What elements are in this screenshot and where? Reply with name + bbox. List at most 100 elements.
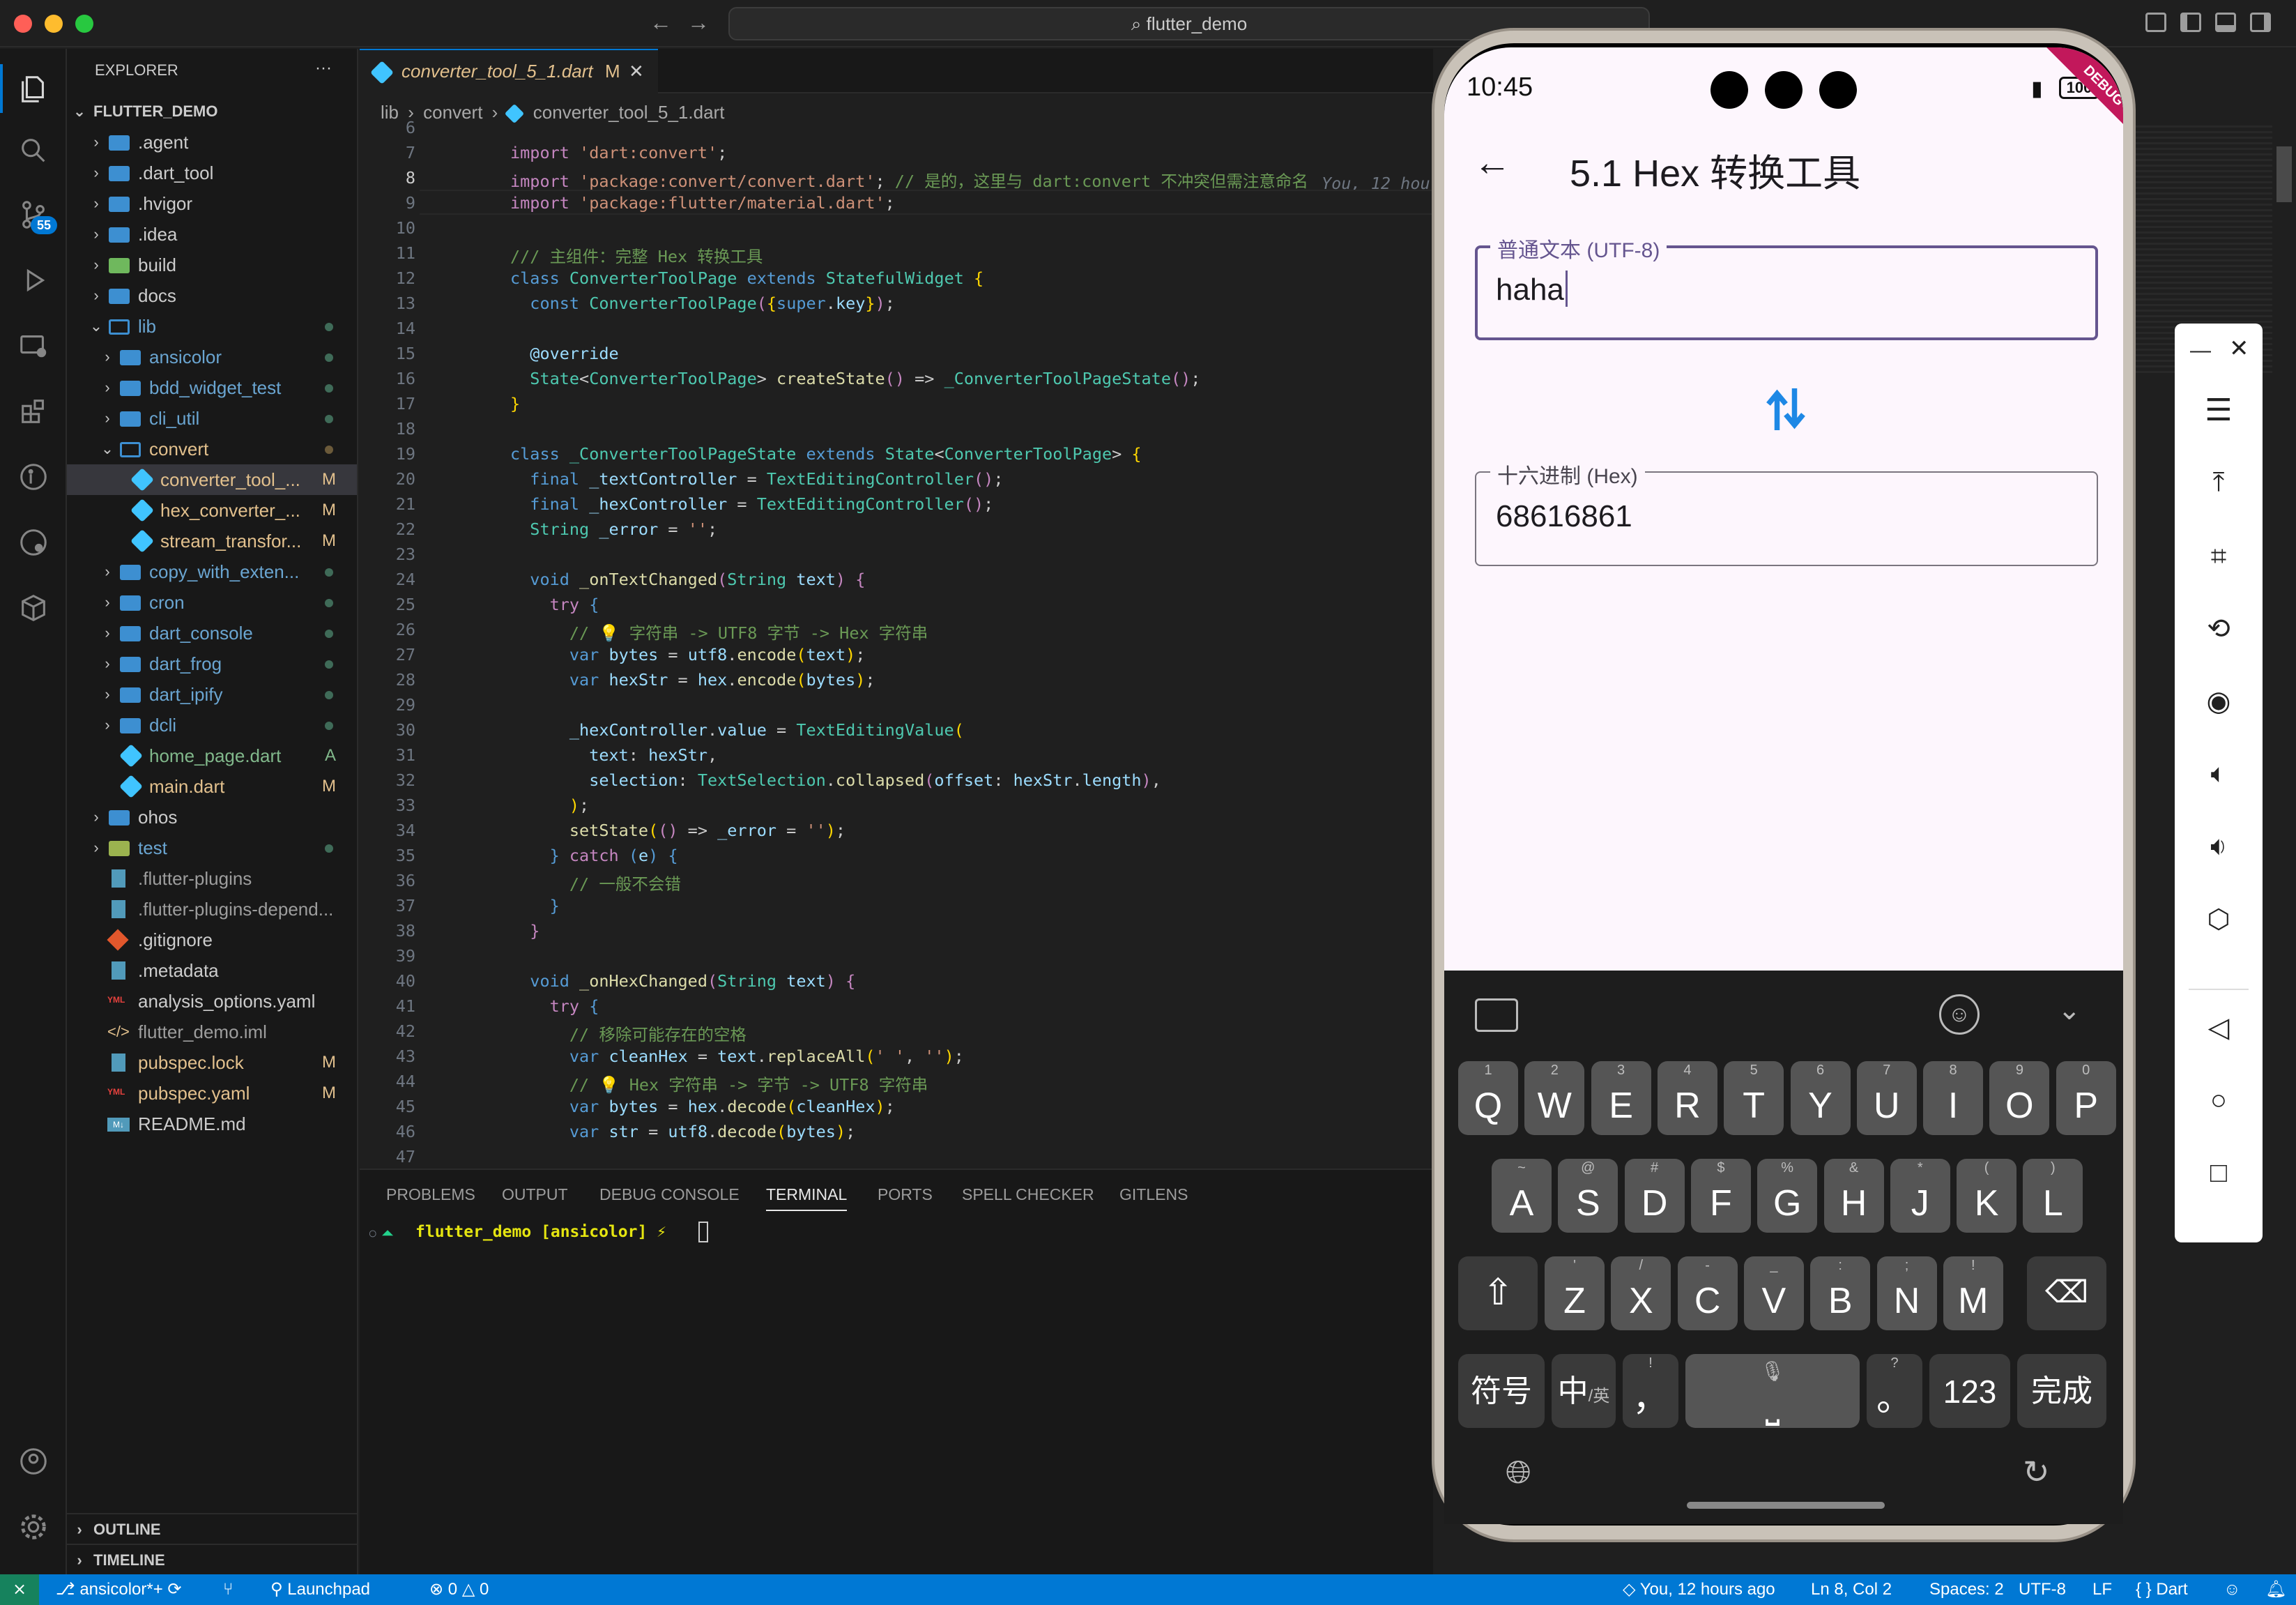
language-switch-key[interactable]: 中/英 bbox=[1552, 1354, 1616, 1428]
tree-folder-dcli[interactable]: › dcli bbox=[67, 710, 357, 740]
notifications-bell-icon[interactable]: 🔔︎ bbox=[2265, 1574, 2286, 1605]
terminal-cursor[interactable] bbox=[698, 1222, 708, 1242]
tab-gitlens[interactable]: GITLENS bbox=[1119, 1185, 1188, 1204]
packages-icon[interactable] bbox=[17, 591, 50, 625]
gitlens-status-icon[interactable]: ⑂ bbox=[223, 1574, 233, 1605]
tree-folder-ohos[interactable]: › ohos bbox=[67, 802, 357, 832]
key-y[interactable]: 6Y bbox=[1790, 1061, 1851, 1135]
explorer-icon[interactable] bbox=[17, 73, 50, 106]
remote-indicator-icon[interactable]: ⨯ bbox=[0, 1574, 39, 1605]
tree-folder-dart-frog[interactable]: › dart_frog bbox=[67, 648, 357, 679]
key-o[interactable]: 9O bbox=[1989, 1061, 2050, 1135]
tree-folder-lib[interactable]: ⌄ lib bbox=[67, 311, 357, 342]
tree-file-gitignore[interactable]: .gitignore bbox=[67, 925, 357, 955]
key-d[interactable]: # D bbox=[1624, 1159, 1685, 1233]
key-m[interactable]: ! M bbox=[1943, 1256, 2003, 1330]
close-emulator-icon[interactable]: ✕ bbox=[2229, 335, 2249, 363]
key-l[interactable]: ) L bbox=[2023, 1159, 2083, 1233]
blame-status[interactable]: ◇ You, 12 hours ago bbox=[1623, 1574, 1775, 1605]
numbers-key[interactable]: 123 bbox=[1929, 1354, 2010, 1428]
crop-screenshot-icon[interactable]: ⌗ bbox=[2198, 535, 2240, 577]
key-h[interactable]: & H bbox=[1823, 1159, 1884, 1233]
tab-spell-checker[interactable]: SPELL CHECKER bbox=[962, 1185, 1094, 1204]
layout-panels-icon[interactable] bbox=[2145, 13, 2166, 32]
key-r[interactable]: 4R bbox=[1657, 1061, 1717, 1135]
key-b[interactable]: :B bbox=[1810, 1256, 1871, 1330]
record-icon[interactable]: ◉ bbox=[2198, 680, 2240, 722]
period-key[interactable]: ?。 bbox=[1867, 1354, 1922, 1428]
symbols-key[interactable]: 符号 bbox=[1458, 1354, 1545, 1428]
key-s[interactable]: @ S bbox=[1558, 1159, 1618, 1233]
tree-file-pubspec-lock[interactable]: pubspec.lock M bbox=[67, 1047, 357, 1078]
minimize-window-button[interactable] bbox=[45, 15, 63, 33]
nav-recents-icon[interactable]: □ bbox=[2198, 1152, 2240, 1194]
collapse-keyboard-icon[interactable]: ⌄ bbox=[2058, 994, 2081, 1026]
back-arrow-icon[interactable]: ← bbox=[1474, 141, 1511, 184]
tab-ports[interactable]: PORTS bbox=[878, 1185, 933, 1204]
copilot-icon[interactable]: ☺ bbox=[2224, 1574, 2241, 1605]
toggle-sidebar-icon[interactable] bbox=[2180, 13, 2201, 32]
volume-up-icon[interactable]: 🔈︎ bbox=[2198, 753, 2240, 795]
tree-folder-test[interactable]: › test bbox=[67, 832, 357, 863]
tree-folder-hvigor[interactable]: › .hvigor bbox=[67, 188, 357, 219]
language-mode[interactable]: { } Dart bbox=[2136, 1574, 2188, 1605]
tree-folder-dart-ipify[interactable]: › dart_ipify bbox=[67, 679, 357, 710]
editor-scrollbar[interactable] bbox=[2276, 146, 2292, 202]
key-a[interactable]: ~ A bbox=[1492, 1159, 1552, 1233]
tree-folder-dart-console[interactable]: › dart_console bbox=[67, 618, 357, 648]
key-v[interactable]: _ V bbox=[1743, 1256, 1804, 1330]
editor-tab-converter-tool[interactable]: converter_tool_5_1.dart M ✕ bbox=[360, 49, 658, 93]
menu-icon[interactable]: ☰ bbox=[2198, 389, 2240, 431]
tree-file-analysis-options[interactable]: YML analysis_options.yaml bbox=[67, 986, 357, 1017]
tree-file-pubspec-yaml[interactable]: YML pubspec.yaml M bbox=[67, 1078, 357, 1109]
tab-output[interactable]: OUTPUT bbox=[502, 1185, 568, 1204]
tree-folder-dart-tool[interactable]: › .dart_tool bbox=[67, 158, 357, 188]
settings-gear-icon[interactable] bbox=[17, 1510, 50, 1544]
forward-arrow-icon[interactable]: → bbox=[687, 10, 710, 36]
tree-folder-cron[interactable]: › cron bbox=[67, 587, 357, 618]
tree-folder-cli-util[interactable]: › cli_util bbox=[67, 403, 357, 434]
account-icon[interactable] bbox=[17, 1445, 50, 1478]
emoji-icon[interactable]: ☺ bbox=[1939, 994, 1980, 1035]
pin-top-icon[interactable]: ⤒ bbox=[2198, 462, 2240, 503]
tree-file-readme[interactable]: M↓ README.md bbox=[67, 1109, 357, 1139]
nav-back-icon[interactable]: ◁ bbox=[2198, 1007, 2240, 1049]
key-e[interactable]: 3E bbox=[1591, 1061, 1651, 1135]
key-j[interactable]: * J bbox=[1890, 1159, 1950, 1233]
tab-terminal[interactable]: TERMINAL bbox=[766, 1185, 848, 1211]
tree-folder-convert[interactable]: ⌄ convert bbox=[67, 434, 357, 464]
home-indicator[interactable] bbox=[1687, 1502, 1885, 1509]
search-icon[interactable] bbox=[17, 134, 50, 167]
key-q[interactable]: 1Q bbox=[1458, 1061, 1518, 1135]
tab-problems[interactable]: PROBLEMS bbox=[386, 1185, 475, 1204]
swap-vert-icon[interactable] bbox=[1765, 385, 1807, 434]
timeline-section[interactable]: › TIMELINE bbox=[67, 1544, 357, 1574]
tree-folder-copy-with-extension[interactable]: › copy_with_exten... bbox=[67, 556, 357, 587]
tree-file-main[interactable]: main.dart M bbox=[67, 771, 357, 802]
workspace-root[interactable]: ⌄ FLUTTER_DEMO bbox=[67, 96, 357, 127]
key-c[interactable]: -C bbox=[1677, 1256, 1738, 1330]
launchpad-status[interactable]: ⚲ Launchpad bbox=[270, 1574, 370, 1605]
close-tab-icon[interactable]: ✕ bbox=[629, 50, 644, 92]
gitlens-icon[interactable] bbox=[17, 460, 50, 494]
key-z[interactable]: ' Z bbox=[1545, 1256, 1605, 1330]
globe-icon[interactable]: 🌐︎ bbox=[1506, 1453, 1531, 1492]
toggle-secondary-sidebar-icon[interactable] bbox=[2250, 13, 2271, 32]
tree-file-iml[interactable]: </> flutter_demo.iml bbox=[67, 1017, 357, 1047]
volume-down-icon[interactable]: 🔉︎ bbox=[2198, 826, 2240, 867]
extensions-icon[interactable] bbox=[17, 395, 50, 428]
remote-explorer-icon[interactable] bbox=[17, 329, 50, 363]
tab-debug-console[interactable]: DEBUG CONSOLE bbox=[599, 1185, 740, 1204]
code-editor[interactable]: 6 7 8 9 10 11 12 13 14 15 16 17 18 19 20 21 22 23 24 25 26 27… bbox=[360, 118, 1433, 1167]
tree-file-stream-transformer[interactable]: stream_transfor... M bbox=[67, 526, 357, 556]
breadcrumb-convert[interactable]: convert bbox=[423, 102, 482, 123]
key-u[interactable]: 7U bbox=[1856, 1061, 1917, 1135]
tree-file-home-page[interactable]: home_page.dart A bbox=[67, 740, 357, 771]
more-actions-icon[interactable]: ··· bbox=[315, 59, 332, 78]
tree-folder-agent[interactable]: › .agent bbox=[67, 127, 357, 158]
rotate-icon[interactable]: ⟲ bbox=[2198, 608, 2240, 650]
shift-key[interactable]: ⇧ bbox=[1458, 1256, 1538, 1330]
key-x[interactable]: / X bbox=[1611, 1256, 1671, 1330]
encoding[interactable]: UTF-8 bbox=[2019, 1574, 2066, 1605]
end-of-line[interactable]: LF bbox=[2092, 1574, 2112, 1605]
